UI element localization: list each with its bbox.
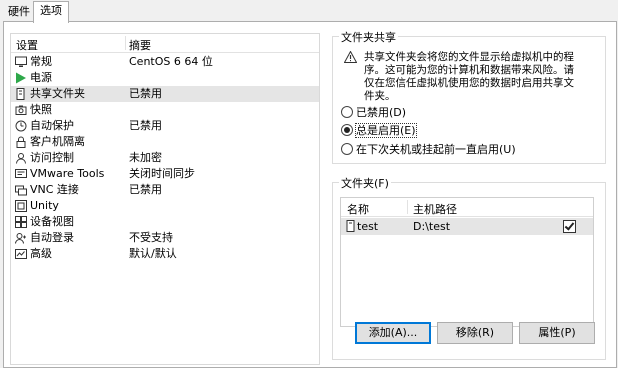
column-header-host-path[interactable]: 主机路径 bbox=[413, 201, 457, 217]
setting-summary: 默认/默认 bbox=[129, 247, 177, 260]
radio-label: 在下次关机或挂起前一直启用(U) bbox=[356, 143, 516, 156]
settings-row-access-control[interactable]: 访问控制 未加密 bbox=[11, 150, 319, 166]
folder-name: test bbox=[357, 220, 379, 233]
setting-name: 共享文件夹 bbox=[30, 87, 85, 100]
unity-icon bbox=[15, 200, 27, 212]
radio-until-poweroff[interactable]: 在下次关机或挂起前一直启用(U) bbox=[341, 142, 516, 158]
settings-row-isolation[interactable]: 客户机隔离 bbox=[11, 134, 319, 150]
radio-label: 已禁用(D) bbox=[356, 106, 407, 119]
column-separator bbox=[125, 36, 126, 50]
setting-name: 设备视图 bbox=[30, 215, 74, 228]
setting-name: 快照 bbox=[30, 103, 52, 116]
settings-row-snapshots[interactable]: 快照 bbox=[11, 102, 319, 118]
remove-folder-button[interactable]: 移除(R) bbox=[437, 322, 513, 344]
tab-options[interactable]: 选项 bbox=[33, 1, 69, 23]
folder-host-path: D:\test bbox=[413, 220, 451, 233]
column-header-name[interactable]: 名称 bbox=[347, 201, 369, 217]
setting-summary: 不受支持 bbox=[129, 231, 173, 244]
shared-folder-icon bbox=[16, 88, 25, 100]
settings-row-autologin[interactable]: 自动登录 不受支持 bbox=[11, 230, 319, 246]
sharing-warning-text: 共享文件夹会将您的文件显示给虚拟机中的程序。这可能为您的计算机和数据带来风险。请… bbox=[364, 51, 574, 102]
settings-list-header: 设置 摘要 bbox=[11, 34, 319, 53]
setting-summary: 已禁用 bbox=[129, 119, 162, 132]
vnc-icon bbox=[15, 185, 27, 196]
snapshot-icon bbox=[15, 105, 27, 115]
setting-name: 电源 bbox=[30, 71, 52, 84]
settings-row-vmware-tools[interactable]: VMware Tools 关闭时间同步 bbox=[11, 166, 319, 182]
folder-row[interactable]: test D:\test bbox=[341, 218, 593, 235]
settings-row-shared-folders[interactable]: 共享文件夹 已禁用 bbox=[11, 86, 319, 102]
radio-circle[interactable] bbox=[341, 143, 353, 155]
column-header-summary[interactable]: 摘要 bbox=[129, 37, 151, 53]
setting-summary: CentOS 6 64 位 bbox=[129, 55, 213, 68]
radio-circle-checked[interactable] bbox=[341, 124, 353, 136]
folders-table-header: 名称 主机路径 bbox=[341, 198, 593, 217]
settings-row-advanced[interactable]: 高级 默认/默认 bbox=[11, 246, 319, 262]
folder-sharing-group: 文件夹共享 共享文件夹会将您的文件显示给虚拟机中的程序。这可能为您的计算机和数据… bbox=[332, 29, 606, 164]
folder-enabled-checkbox[interactable] bbox=[563, 220, 576, 233]
settings-list[interactable]: 设置 摘要 常规 CentOS 6 64 位 电源 共享文件夹 已禁用 快照 自… bbox=[10, 33, 320, 365]
settings-row-unity[interactable]: Unity bbox=[11, 198, 319, 214]
setting-summary: 关闭时间同步 bbox=[129, 167, 195, 180]
radio-label: 总是启用(E) bbox=[355, 123, 417, 138]
setting-name: 高级 bbox=[30, 247, 52, 260]
settings-row-autoprotect[interactable]: 自动保护 已禁用 bbox=[11, 118, 319, 134]
settings-row-device-view[interactable]: 设备视图 bbox=[11, 214, 319, 230]
autologin-icon bbox=[15, 233, 26, 244]
setting-name: Unity bbox=[30, 199, 59, 212]
column-header-setting[interactable]: 设置 bbox=[16, 37, 38, 53]
advanced-icon bbox=[15, 249, 27, 259]
device-view-icon bbox=[15, 216, 27, 228]
setting-summary: 已禁用 bbox=[129, 87, 162, 100]
settings-row-vnc[interactable]: VNC 连接 已禁用 bbox=[11, 182, 319, 198]
add-folder-button[interactable]: 添加(A)... bbox=[355, 322, 431, 344]
radio-always-enabled[interactable]: 总是启用(E) bbox=[341, 123, 417, 139]
setting-name: 常规 bbox=[30, 55, 52, 68]
settings-row-general[interactable]: 常规 CentOS 6 64 位 bbox=[11, 54, 319, 70]
setting-summary: 未加密 bbox=[129, 151, 162, 164]
setting-name: 客户机隔离 bbox=[30, 135, 85, 148]
tab-hardware[interactable]: 硬件 bbox=[2, 3, 36, 21]
autoprotect-icon bbox=[15, 120, 27, 132]
setting-name: 访问控制 bbox=[30, 151, 74, 164]
tab-bar: 硬件 选项 bbox=[0, 0, 618, 23]
folder-properties-button[interactable]: 属性(P) bbox=[519, 322, 595, 344]
setting-name: VMware Tools bbox=[30, 167, 105, 180]
lock-icon bbox=[16, 136, 26, 148]
setting-summary: 已禁用 bbox=[129, 183, 162, 196]
radio-disabled[interactable]: 已禁用(D) bbox=[341, 105, 406, 121]
radio-circle[interactable] bbox=[341, 106, 353, 118]
access-control-icon bbox=[16, 153, 26, 164]
vmware-tools-icon bbox=[15, 169, 27, 178]
warning-icon bbox=[344, 51, 357, 63]
folders-table[interactable]: 名称 主机路径 test D:\test bbox=[340, 197, 594, 327]
setting-name: 自动保护 bbox=[30, 119, 74, 132]
column-separator bbox=[407, 200, 408, 214]
folder-sharing-title: 文件夹共享 bbox=[339, 29, 398, 45]
setting-name: VNC 连接 bbox=[30, 183, 79, 196]
setting-name: 自动登录 bbox=[30, 231, 74, 244]
shared-folder-icon bbox=[346, 220, 355, 232]
monitor-icon bbox=[15, 56, 27, 67]
play-icon bbox=[16, 72, 26, 84]
settings-row-power[interactable]: 电源 bbox=[11, 70, 319, 86]
folders-title: 文件夹(F) bbox=[339, 175, 391, 191]
